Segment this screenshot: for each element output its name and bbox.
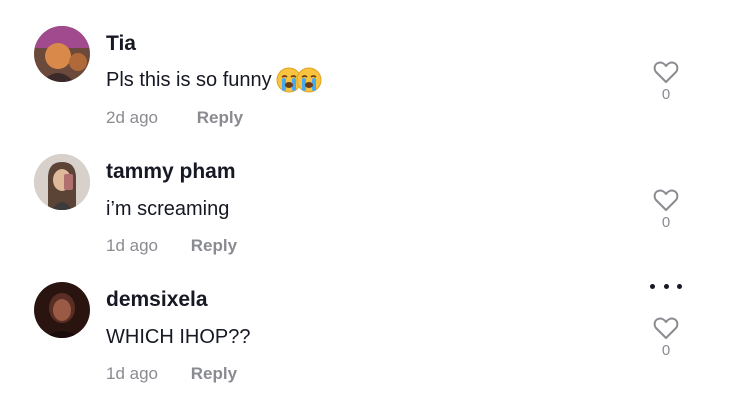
comment-text: i’m screaming	[106, 198, 229, 221]
comment-timestamp: 1d ago	[106, 236, 158, 255]
comment-text-content: WHICH IHOP??	[106, 326, 251, 348]
comment-item: Tia Pls this is so funny 2d ago Reply 0	[0, 0, 731, 128]
heart-outline-icon	[653, 189, 679, 211]
avatar-image	[34, 26, 90, 82]
comment-text-content: Pls this is so funny	[106, 68, 272, 91]
like-button[interactable]: 0	[650, 188, 682, 231]
comment-username[interactable]: tammy pham	[106, 160, 236, 184]
avatar[interactable]	[34, 26, 90, 82]
avatar[interactable]	[34, 282, 90, 338]
comment-timestamp: 1d ago	[106, 364, 158, 383]
comment-item: tammy pham i’m screaming 1d ago Reply 0	[0, 128, 731, 256]
comment-meta: 2d ago Reply	[106, 108, 243, 128]
comment-meta: 1d ago Reply	[106, 236, 237, 256]
comment-timestamp: 2d ago	[106, 108, 158, 127]
comment-username[interactable]: demsixela	[106, 288, 208, 312]
comment-text: WHICH IHOP??	[106, 326, 250, 349]
emoji-group	[276, 67, 322, 93]
reply-button[interactable]: Reply	[191, 364, 237, 384]
heart-outline-icon	[653, 61, 679, 83]
avatar-image	[34, 282, 90, 338]
like-count: 0	[661, 86, 671, 103]
like-button[interactable]: 0	[650, 316, 682, 359]
loudly-crying-face-icon	[296, 67, 322, 93]
heart-outline-icon	[653, 317, 679, 339]
avatar[interactable]	[34, 154, 90, 210]
comment-text-content: i’m screaming	[106, 198, 230, 220]
reply-button[interactable]: Reply	[191, 236, 237, 256]
like-count: 0	[661, 342, 671, 359]
like-count: 0	[661, 214, 671, 231]
like-button[interactable]: 0	[650, 60, 682, 103]
comment-text: Pls this is so funny	[106, 67, 322, 93]
comment-item: demsixela WHICH IHOP?? 1d ago Reply 0	[0, 256, 731, 384]
comment-list: Tia Pls this is so funny 2d ago Reply 0 …	[0, 0, 731, 400]
comment-meta: 1d ago Reply	[106, 364, 237, 384]
avatar-image	[34, 154, 90, 210]
comment-username[interactable]: Tia	[106, 32, 136, 56]
reply-button[interactable]: Reply	[197, 108, 243, 128]
